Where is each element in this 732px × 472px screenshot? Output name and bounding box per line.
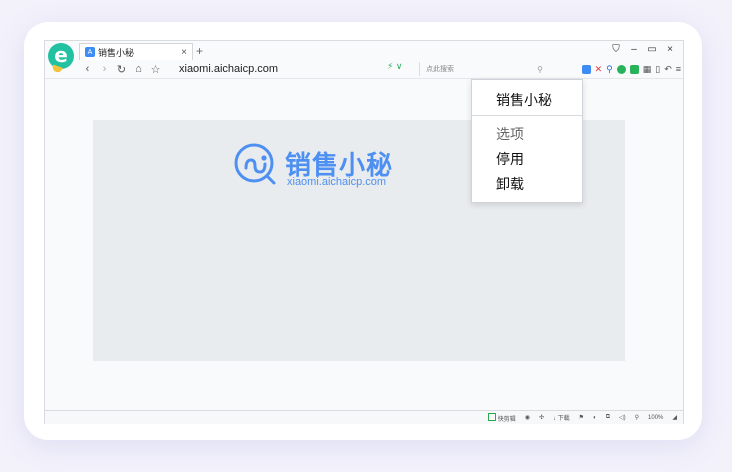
navigation-bar: ‹ › ↻ ⌂ ☆ xiaomi.aichaicp.com ⚡ ∨ 点此搜索 ⚲… [79,61,683,77]
phone-icon[interactable]: ▯ [655,64,660,75]
address-bar[interactable]: xiaomi.aichaicp.com [179,63,278,75]
window-controls: ⛉ – ▭ × [607,44,679,55]
toolbar-divider [45,78,683,79]
home-button[interactable]: ⌂ [130,63,147,75]
browser-window: e A 销售小秘 × + ⛉ – ▭ × ‹ › ↻ ⌂ ☆ xiaomi.ai… [44,40,684,424]
tab-close-icon[interactable]: × [181,47,187,58]
download-button[interactable]: ↓ 下载 [553,413,570,422]
night-icon[interactable]: ◐ [593,415,597,421]
tab-favicon-icon: A [85,47,95,57]
menu-item-options[interactable]: 选项 [496,124,524,144]
menu-icon[interactable]: ≡ [676,64,681,74]
download-manager-icon[interactable] [629,64,639,74]
copy-icon[interactable]: ⧉ [606,414,610,421]
forward-button[interactable]: › [96,63,113,75]
menu-separator [472,115,582,116]
status-bar: 快剪辑 ◉ ✣ ↓ 下载 ⚑ ◐ ⧉ ◁) ⚲ 100% ◢ [45,410,683,424]
new-tab-button[interactable]: + [196,44,203,58]
zoom-level[interactable]: 100% [648,415,663,421]
zoom-icon[interactable]: ⚲ [635,414,639,421]
brand-url: xiaomi.aichaicp.com [287,176,387,188]
maximize-button[interactable]: ▭ [643,44,661,55]
close-window-button[interactable]: × [661,44,679,55]
snipping-button[interactable]: 快剪辑 [488,412,516,423]
flag-icon[interactable]: ⚑ [579,414,584,421]
undo-icon[interactable]: ↶ [664,64,672,75]
skin-icon[interactable]: ⛉ [607,44,625,55]
search-placeholder: 点此搜索 [426,66,454,73]
grid-icon[interactable]: ▦ [643,64,652,75]
magnifier-icon[interactable]: ⚲ [606,64,613,75]
menu-item-disable[interactable]: 停用 [496,149,524,169]
speed-mode-icon[interactable]: ⚡ ∨ [387,61,402,72]
sound-icon[interactable]: ◁) [619,414,626,421]
fan-icon[interactable]: ✣ [539,414,544,421]
shield-icon[interactable] [616,64,626,74]
menu-header: 销售小秘 [496,92,552,108]
tab-title: 销售小秘 [98,47,135,58]
brand-logo-icon [234,143,276,185]
browser-logo-icon[interactable]: e [48,43,74,69]
reload-button[interactable]: ↻ [113,63,130,76]
adblock-icon[interactable]: ✕ [595,64,603,75]
tab-active[interactable]: A 销售小秘 × [79,43,193,60]
extension-context-menu: 销售小秘 选项 停用 卸载 [471,79,583,203]
record-icon[interactable]: ◉ [525,414,530,421]
search-input[interactable]: 点此搜索 ⚲ [419,62,547,76]
menu-item-uninstall[interactable]: 卸载 [496,174,524,194]
back-button[interactable]: ‹ [79,63,96,75]
search-icon[interactable]: ⚲ [537,65,543,74]
toolbar-extensions: ✕ ⚲ ▦ ▯ ↶ ≡ [581,61,681,77]
extension-icon[interactable] [581,64,591,74]
bookmark-star-icon[interactable]: ☆ [147,63,164,76]
play-icon [488,412,497,421]
resize-grip-icon[interactable]: ◢ [672,414,677,421]
minimize-button[interactable]: – [625,44,643,55]
